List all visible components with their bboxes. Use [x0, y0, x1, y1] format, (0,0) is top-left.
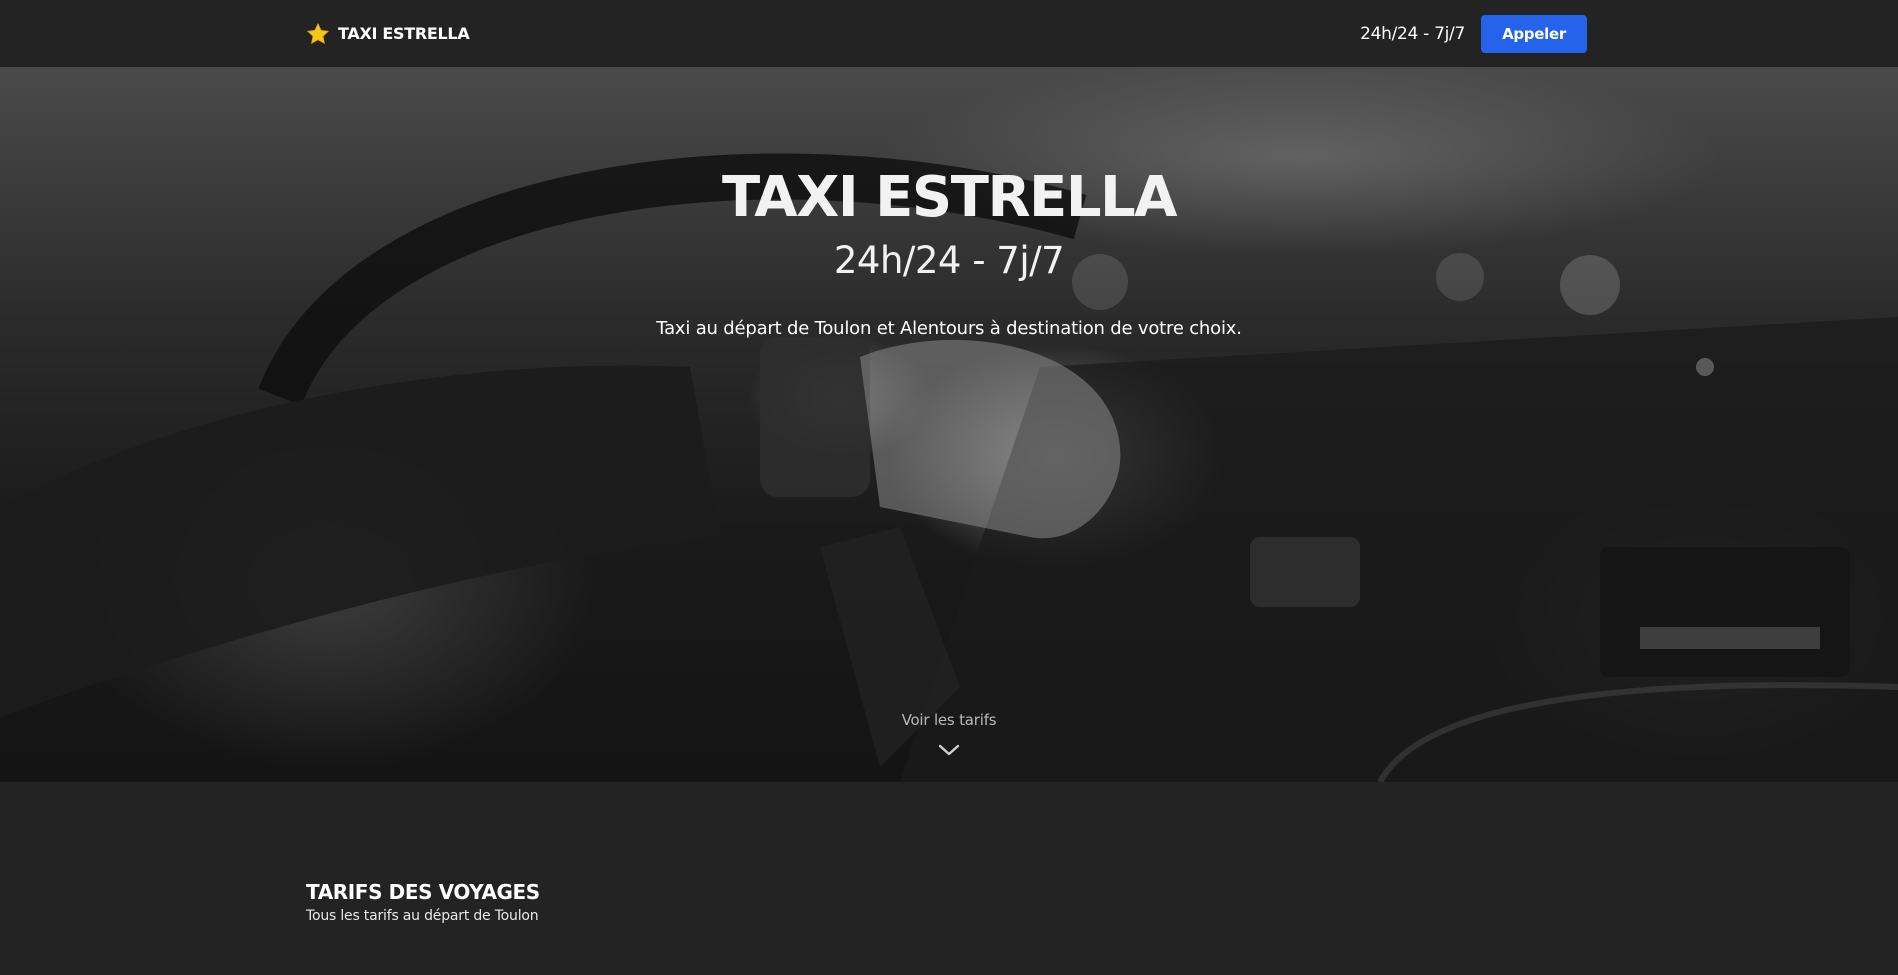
tarifs-title: TARIFS DES VOYAGES — [306, 880, 540, 904]
tarifs-section: TARIFS DES VOYAGES Tous les tarifs au dé… — [306, 880, 540, 924]
hero-hours: 24h/24 - 7j/7 — [833, 239, 1065, 282]
call-button[interactable]: Appeler — [1481, 14, 1587, 53]
brand-name: TAXI ESTRELLA — [338, 24, 470, 43]
see-prices-link[interactable]: Voir les tarifs — [849, 711, 1049, 757]
navbar-inner: TAXI ESTRELLA 24h/24 - 7j/7 Appeler — [306, 0, 1587, 67]
hero-section: TAXI ESTRELLA 24h/24 - 7j/7 Taxi au dépa… — [0, 67, 1898, 782]
chevron-down-icon — [938, 744, 960, 756]
hero-content: TAXI ESTRELLA 24h/24 - 7j/7 Taxi au dépa… — [0, 67, 1898, 782]
top-navbar: TAXI ESTRELLA 24h/24 - 7j/7 Appeler — [0, 0, 1898, 67]
hero-tagline: Taxi au départ de Toulon et Alentours à … — [656, 318, 1242, 339]
hero-title: TAXI ESTRELLA — [721, 165, 1178, 230]
tarifs-subtitle: Tous les tarifs au départ de Toulon — [306, 908, 539, 924]
brand-link[interactable]: TAXI ESTRELLA — [306, 22, 470, 46]
navbar-right: 24h/24 - 7j/7 Appeler — [1360, 14, 1587, 53]
see-prices-label: Voir les tarifs — [901, 711, 997, 729]
navbar-hours: 24h/24 - 7j/7 — [1360, 23, 1465, 44]
star-icon — [306, 22, 330, 44]
